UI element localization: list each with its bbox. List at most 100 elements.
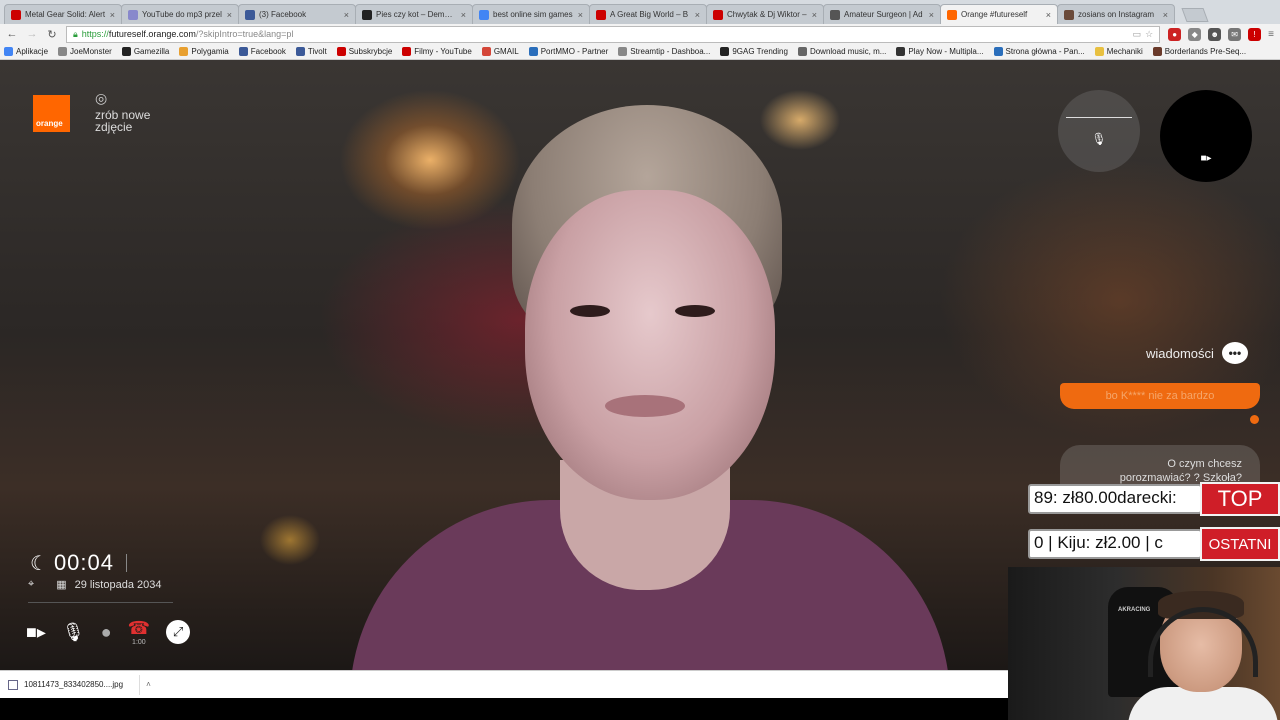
- bookmark-label: Polygamia: [191, 47, 229, 56]
- bookmark-item[interactable]: Mechaniki: [1094, 47, 1143, 56]
- favicon-icon: [128, 9, 138, 20]
- notifications-icon[interactable]: !: [1248, 27, 1262, 41]
- browser-tab[interactable]: Amateur Surgeon | Ad ×: [823, 4, 941, 24]
- favicon-icon: [830, 9, 840, 20]
- toolbar: ← → ↻ 🔒︎ https://futureself.orange.com/?…: [0, 24, 1280, 44]
- bookmark-label: Strona główna - Pan...: [1005, 47, 1085, 56]
- photo-cta-line2: zdjęcie: [95, 120, 133, 134]
- browser-tab[interactable]: zosians on Instagram ×: [1057, 4, 1175, 24]
- bookmark-icon: [618, 47, 628, 56]
- tab-title: zosians on Instagram: [1078, 10, 1155, 19]
- download-item[interactable]: 10811473_833402850....jpg: [24, 680, 123, 689]
- cast-icon[interactable]: ▭: [1133, 29, 1142, 40]
- back-icon[interactable]: ←: [6, 28, 18, 40]
- take-photo-button[interactable]: ◎ zrób nowe zdjęcie: [95, 90, 150, 133]
- browser-tab[interactable]: YouTube do mp3 przel ×: [121, 4, 239, 24]
- bookmark-item[interactable]: Strona główna - Pan...: [993, 47, 1085, 56]
- close-icon[interactable]: ×: [1163, 10, 1168, 20]
- close-icon[interactable]: ×: [227, 10, 232, 20]
- address-bar[interactable]: 🔒︎ https://futureself.orange.com/?skipIn…: [66, 25, 1161, 43]
- browser-tab[interactable]: Orange #futureself ×: [940, 4, 1058, 24]
- browser-tab[interactable]: (3) Facebook ×: [238, 4, 356, 24]
- bookmark-item[interactable]: Tivolt: [295, 47, 327, 56]
- browser-tab[interactable]: best online sim games ×: [472, 4, 590, 24]
- messages-label: wiadomości: [1146, 345, 1214, 361]
- url-host: futureself.orange.com: [108, 29, 196, 39]
- browser-tab[interactable]: Metal Gear Solid: Alert ×: [4, 4, 122, 24]
- video-camera-icon[interactable]: ■▸: [26, 622, 46, 643]
- extension-icon[interactable]: ●: [1168, 27, 1182, 41]
- bookmark-item[interactable]: PortMMO - Partner: [528, 47, 608, 56]
- bookmark-item[interactable]: Filmy - YouTube: [402, 47, 472, 56]
- bookmark-item[interactable]: GMAIL: [481, 47, 519, 56]
- bookmark-item[interactable]: Aplikacje: [4, 47, 48, 56]
- file-icon: [8, 679, 18, 690]
- bookmark-icon: [720, 47, 730, 56]
- close-icon[interactable]: ×: [578, 10, 583, 20]
- bookmark-icon: [336, 47, 346, 56]
- self-camera-preview[interactable]: ■▸: [1160, 90, 1252, 182]
- close-icon[interactable]: ×: [461, 10, 466, 20]
- chat-message-outgoing: bo K**** nie za bardzo: [1060, 383, 1260, 409]
- close-icon[interactable]: ×: [1046, 10, 1051, 20]
- user-icon[interactable]: ☻: [1208, 27, 1222, 41]
- orange-logo[interactable]: orange: [33, 95, 70, 132]
- close-icon[interactable]: ×: [929, 10, 934, 20]
- browser-tab[interactable]: Pies czy kot – Demotyw ×: [355, 4, 473, 24]
- menu-icon[interactable]: ≡: [1268, 29, 1274, 40]
- chair-brand: AKRACING: [1118, 607, 1151, 613]
- mail-icon[interactable]: ✉: [1228, 27, 1242, 41]
- bookmark-item[interactable]: JoeMonster: [58, 47, 112, 56]
- close-icon[interactable]: ×: [695, 10, 700, 20]
- calendar-icon: ▦: [56, 579, 67, 591]
- close-icon[interactable]: ×: [110, 10, 115, 20]
- bookmark-item[interactable]: Subskrybcje: [336, 47, 392, 56]
- call-controls: ■▸ 🎙︎ ● ☎ 1:00 ⤢: [26, 618, 191, 646]
- date-display: 29 listopada 2034: [74, 578, 162, 591]
- mic-level-indicator[interactable]: 🎙︎: [1058, 90, 1140, 172]
- tab-title: (3) Facebook: [259, 10, 307, 19]
- moon-icon: ☾: [30, 552, 48, 575]
- bookmark-label: Facebook: [250, 47, 286, 56]
- bookmark-label: Play Now - Multipla...: [908, 47, 984, 56]
- bookmark-item[interactable]: 9GAG Trending: [720, 47, 788, 56]
- reload-icon[interactable]: ↻: [46, 28, 58, 41]
- browser-tab[interactable]: A Great Big World – B ×: [589, 4, 707, 24]
- star-icon[interactable]: ☆: [1145, 29, 1153, 40]
- extension-icon[interactable]: ◆: [1188, 27, 1202, 41]
- browser-tab[interactable]: Chwytak & Dj Wiktor – ×: [706, 4, 824, 24]
- favicon-icon: [596, 9, 606, 20]
- forward-icon[interactable]: →: [26, 28, 38, 40]
- tab-title: best online sim games: [493, 10, 573, 19]
- bookmark-item[interactable]: Play Now - Multipla...: [896, 47, 984, 56]
- hang-up-button[interactable]: ☎ 1:00: [128, 618, 150, 646]
- chat-icon[interactable]: ●: [101, 622, 112, 643]
- date-row: ⌖ ▦ 29 listopada 2034: [28, 578, 161, 591]
- bookmark-item[interactable]: Polygamia: [179, 47, 229, 56]
- streamer-webcam: AKRACING: [1008, 567, 1280, 720]
- close-icon[interactable]: ×: [812, 10, 817, 20]
- bookmark-label: 9GAG Trending: [732, 47, 788, 56]
- bookmark-item[interactable]: Borderlands Pre-Seq...: [1152, 47, 1246, 56]
- bookmarks-bar: Aplikacje JoeMonster Gamezilla Polygamia Fac…: [0, 44, 1280, 60]
- tab-title: Chwytak & Dj Wiktor –: [727, 10, 807, 19]
- bookmark-item[interactable]: Facebook: [238, 47, 286, 56]
- chevron-up-icon[interactable]: ˄: [146, 680, 151, 689]
- close-icon[interactable]: ×: [344, 10, 349, 20]
- avatar-mouth: [605, 395, 685, 417]
- tab-title: A Great Big World – B: [610, 10, 689, 19]
- call-duration: 1:00: [132, 639, 146, 646]
- microphone-icon[interactable]: 🎙︎: [62, 622, 85, 643]
- avatar-eye-left: [570, 305, 610, 317]
- bookmark-item[interactable]: Streamtip - Dashboa...: [618, 47, 710, 56]
- messages-toggle[interactable]: wiadomości •••: [1146, 342, 1248, 364]
- favicon-icon: [713, 9, 723, 20]
- download-divider: [139, 674, 141, 695]
- fullscreen-icon[interactable]: ⤢: [166, 620, 191, 644]
- bookmark-icon: [993, 47, 1003, 56]
- bookmark-item[interactable]: Download music, m...: [797, 47, 886, 56]
- bookmark-item[interactable]: Gamezilla: [121, 47, 169, 56]
- bookmark-label: Tivolt: [307, 47, 327, 56]
- video-camera-icon: ■▸: [1200, 153, 1212, 164]
- new-tab-button[interactable]: [1181, 8, 1209, 22]
